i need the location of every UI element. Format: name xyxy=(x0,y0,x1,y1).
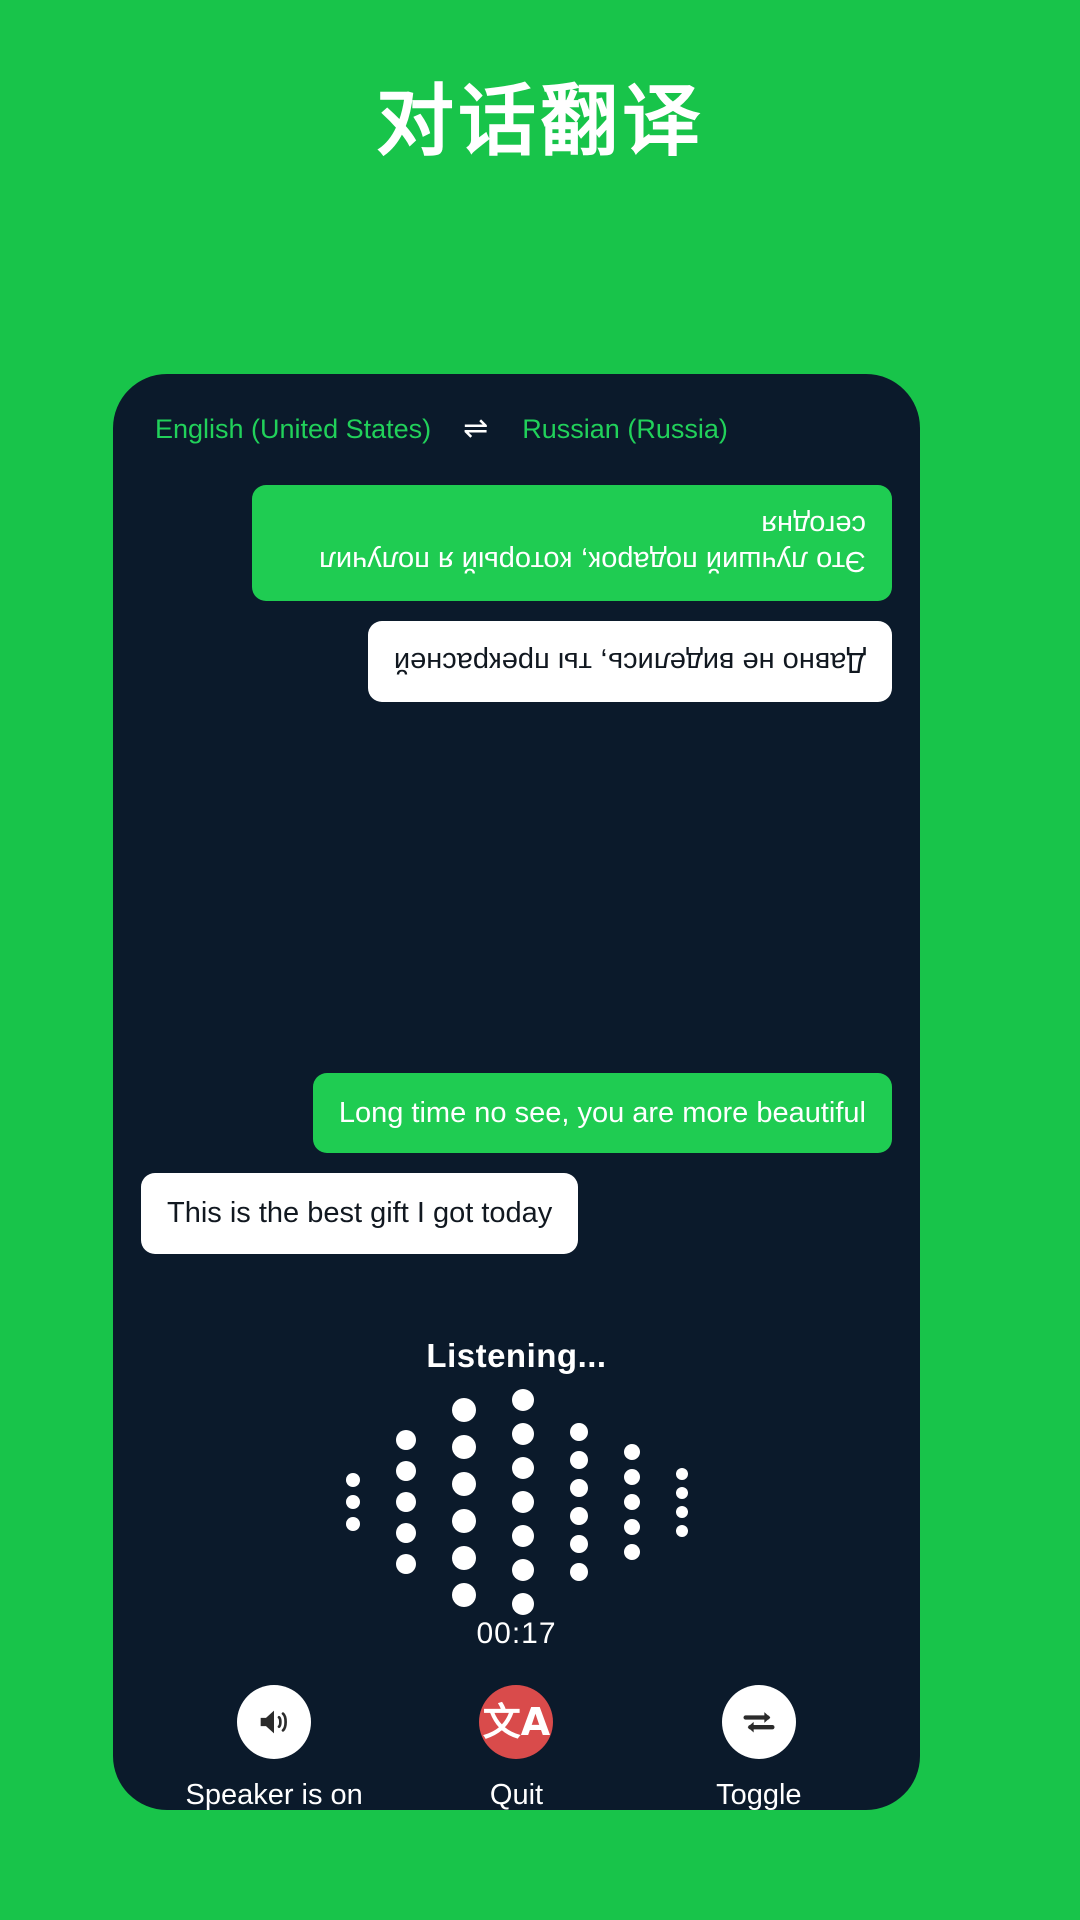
waveform-dot xyxy=(623,1519,640,1535)
target-language-label[interactable]: Russian (Russia) xyxy=(522,414,728,445)
waveform-dot xyxy=(511,1423,534,1445)
swap-horizontal-icon[interactable]: ⇌ xyxy=(463,413,488,444)
translate-icon: 文A xyxy=(482,1700,551,1744)
waveform-dot xyxy=(511,1457,534,1479)
waveform-dot xyxy=(451,1545,476,1570)
waveform-dot xyxy=(345,1495,360,1509)
waveform-dot xyxy=(451,1471,476,1496)
waveform-dot xyxy=(451,1434,476,1459)
recording-timer: 00:17 xyxy=(476,1617,557,1650)
waveform-dot xyxy=(569,1451,588,1469)
waveform-dot xyxy=(395,1554,416,1574)
toggle-button-circle[interactable] xyxy=(721,1685,796,1759)
waveform-dot xyxy=(395,1461,416,1481)
waveform-column xyxy=(345,1473,360,1531)
message-bubble-remote-2: Давно не виделись, ты прекрасней xyxy=(367,621,892,702)
waveform-dot xyxy=(569,1423,588,1441)
waveform-dot xyxy=(395,1523,416,1543)
listening-status: Listening... xyxy=(426,1337,607,1374)
waveform-column xyxy=(569,1423,588,1581)
phone-frame: English (United States) ⇌ Russian (Russi… xyxy=(113,374,920,1810)
waveform-dot xyxy=(675,1505,688,1518)
waveform-dot xyxy=(511,1491,534,1513)
waveform-dot xyxy=(623,1444,640,1460)
speaker-button-circle[interactable] xyxy=(237,1685,312,1759)
waveform-dot xyxy=(345,1473,360,1487)
message-row: Long time no see, you are more beautiful xyxy=(141,1073,892,1154)
control-bar: Speaker is on 文A Quit Toggle xyxy=(113,1651,920,1810)
quit-button[interactable]: 文A Quit xyxy=(401,1685,631,1810)
waveform-dot xyxy=(675,1467,688,1480)
waveform-column xyxy=(395,1430,416,1574)
waveform-dot xyxy=(675,1524,688,1537)
page-header: 对话翻译 xyxy=(0,0,1080,168)
waveform-dot xyxy=(569,1507,588,1525)
toggle-button-label: Toggle xyxy=(716,1779,802,1810)
waveform-dot xyxy=(511,1525,534,1547)
source-language-label[interactable]: English (United States) xyxy=(155,414,431,445)
waveform-dot xyxy=(569,1535,588,1553)
language-selector-bar: English (United States) ⇌ Russian (Russi… xyxy=(113,374,920,445)
waveform-dot xyxy=(451,1508,476,1533)
toggle-button[interactable]: Toggle xyxy=(644,1685,874,1810)
waveform-dot xyxy=(451,1582,476,1607)
waveform-column xyxy=(675,1467,688,1537)
waveform-column xyxy=(451,1397,476,1607)
message-row: Это лучший подарок, который я получил се… xyxy=(141,485,892,602)
waveform-dot xyxy=(511,1593,534,1615)
speaker-on-icon xyxy=(260,1710,288,1734)
waveform-dot xyxy=(451,1397,476,1422)
page-title: 对话翻译 xyxy=(375,77,704,167)
waveform-dot xyxy=(623,1469,640,1485)
waveform-dot xyxy=(345,1517,360,1531)
audio-waveform-visualizer xyxy=(345,1389,688,1615)
waveform-dot xyxy=(569,1479,588,1497)
message-row: Давно не виделись, ты прекрасней xyxy=(141,621,892,702)
message-bubble-local-2: This is the best gift I got today xyxy=(141,1173,579,1254)
remote-conversation-pane: Давно не виделись, ты прекрасней Это луч… xyxy=(113,445,920,1045)
waveform-column xyxy=(511,1389,534,1615)
waveform-dot xyxy=(511,1559,534,1581)
listening-area: Listening... 00:17 xyxy=(113,1295,920,1651)
swap-repeat-icon xyxy=(743,1712,775,1733)
message-bubble-local-1: Long time no see, you are more beautiful xyxy=(312,1073,892,1154)
waveform-dot xyxy=(675,1486,688,1499)
message-bubble-remote-1: Это лучший подарок, который я получил се… xyxy=(252,485,892,602)
waveform-dot xyxy=(395,1492,416,1512)
quit-button-label: Quit xyxy=(489,1779,544,1810)
quit-button-circle[interactable]: 文A xyxy=(479,1685,554,1759)
local-conversation-pane: Long time no see, you are more beautiful… xyxy=(113,1045,920,1295)
waveform-dot xyxy=(511,1389,534,1411)
waveform-dot xyxy=(395,1430,416,1450)
waveform-dot xyxy=(623,1494,640,1510)
speaker-button[interactable]: Speaker is on xyxy=(159,1685,389,1810)
waveform-dot xyxy=(569,1563,588,1581)
waveform-column xyxy=(623,1444,640,1560)
speaker-button-label: Speaker is on xyxy=(185,1779,363,1810)
message-row: This is the best gift I got today xyxy=(141,1173,892,1254)
waveform-dot xyxy=(623,1544,640,1560)
